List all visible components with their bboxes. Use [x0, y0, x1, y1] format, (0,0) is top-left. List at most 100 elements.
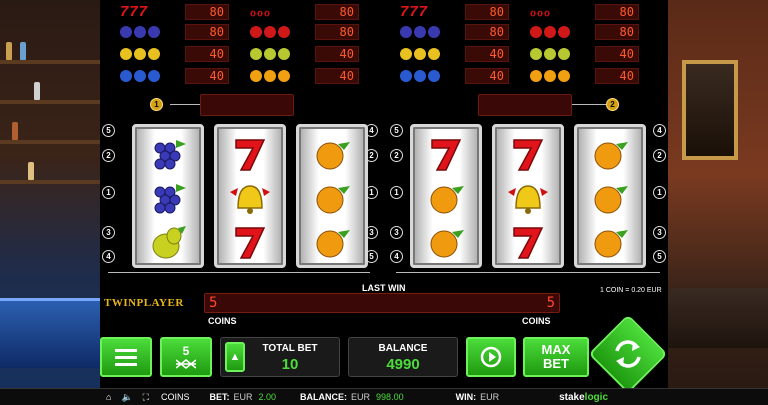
shelf — [0, 140, 100, 144]
balance-label: BALANCE — [378, 343, 428, 354]
paytable-symbol-plums — [400, 70, 465, 82]
reel-symbol-seven — [217, 219, 283, 265]
casino-bar-background — [0, 0, 100, 388]
paytable-value: 40 — [315, 68, 359, 84]
reel-symbol-orange — [299, 219, 365, 265]
reel-symbol-orange — [577, 175, 643, 221]
coin-value-info: 1 COIN = 0.20 EUR — [600, 287, 662, 294]
lines-value: 5 — [182, 344, 190, 358]
reel-symbol-grapes — [135, 175, 201, 221]
win-display-left — [200, 94, 294, 116]
paytable-value: 40 — [185, 68, 229, 84]
lounge-background — [668, 0, 768, 388]
line-number-badge: 4 — [102, 250, 115, 263]
paytable-symbol-pears — [530, 48, 595, 60]
paytable-left: 777 80 ℴℴℴ 80 80 80 40 40 40 40 — [120, 0, 359, 88]
bet-up-button[interactable]: ▲ — [225, 342, 245, 372]
paytable-value: 80 — [185, 4, 229, 20]
paytable-symbol-777: 777 — [400, 3, 429, 20]
line-number-badge: 2 — [102, 149, 115, 162]
bet-currency: EUR — [233, 392, 253, 402]
paytable-value: 40 — [315, 46, 359, 62]
slot-machine: 777 80 ℴℴℴ 80 80 80 40 40 40 40 777 80 ℴ… — [100, 0, 668, 394]
paytable-symbol-grapes — [400, 26, 465, 38]
reel-symbol-orange — [577, 219, 643, 265]
win-currency: EUR — [480, 392, 500, 402]
bottle — [34, 82, 40, 100]
spin-button[interactable] — [588, 314, 668, 394]
total-bet-panel: ▲ TOTAL BET 10 — [220, 337, 340, 377]
reel-symbol-orange — [299, 131, 365, 177]
reel-symbol-orange — [413, 175, 479, 221]
reel — [296, 124, 368, 268]
max-bet-label-line2: BET — [543, 356, 569, 371]
connector-line — [170, 104, 200, 105]
balance-value: 4990 — [386, 356, 420, 373]
reel-symbol-seven — [413, 131, 479, 177]
paytable-value: 80 — [315, 4, 359, 20]
status-bar: ⌂ 🔈 ⛶ COINS BET: EUR 2.00 BALANCE: EUR 9… — [0, 388, 768, 405]
total-bet-value: 10 — [281, 356, 299, 373]
autoplay-button[interactable] — [466, 337, 516, 377]
paytable-value: 40 — [185, 46, 229, 62]
player-badge-1: 1 — [150, 98, 163, 111]
balance-label: BALANCE: — [300, 392, 348, 402]
max-bet-label-line1: MAX — [541, 342, 571, 357]
paytable-symbol-grapes — [120, 26, 185, 38]
last-win-display: 5 5 — [204, 293, 560, 313]
reel — [492, 124, 564, 268]
reel-symbol-bell — [217, 175, 283, 221]
last-win-left-digit: 5 — [209, 295, 218, 311]
player-badge-2: 2 — [606, 98, 619, 111]
paytable-symbol-pears — [250, 48, 315, 60]
bottle — [28, 162, 34, 180]
reelset-bracket — [396, 272, 660, 273]
bet-value: 2.00 — [258, 392, 277, 402]
home-icon[interactable]: ⌂ — [106, 392, 111, 402]
paytable-symbol-bells — [120, 48, 185, 60]
paytable-value: 80 — [465, 24, 509, 40]
paytable-symbol-strawberries — [530, 26, 595, 38]
twinplayer-logo: TWINPLAYER — [104, 297, 184, 309]
reel — [132, 124, 204, 268]
coins-label-left: COINS — [208, 316, 237, 326]
reelset-right — [400, 124, 658, 268]
fullscreen-icon[interactable]: ⛶ — [143, 392, 149, 403]
paytable-value: 40 — [595, 46, 639, 62]
reel-symbol-pear — [135, 219, 201, 265]
reel-symbol-orange — [299, 175, 365, 221]
last-win-right-digit: 5 — [546, 295, 555, 311]
line-number-badge: 5 — [102, 124, 115, 137]
bar-counter — [0, 298, 100, 368]
menu-button[interactable] — [100, 337, 152, 377]
paytable-value: 80 — [595, 24, 639, 40]
reel-symbol-seven — [495, 219, 561, 265]
shelf — [0, 100, 100, 104]
bet-label: BET: — [209, 392, 230, 402]
line-number-badge: 3 — [102, 226, 115, 239]
spin-icon — [615, 340, 641, 368]
coins-toggle[interactable]: COINS — [161, 392, 190, 402]
paylines-icon — [176, 359, 196, 369]
paytable-symbol-bells — [400, 48, 465, 60]
reel-symbol-seven — [217, 131, 283, 177]
autoplay-icon — [480, 346, 502, 368]
balance-currency: EUR — [351, 392, 371, 402]
bottle — [12, 122, 18, 140]
wall-portrait — [682, 60, 738, 160]
max-bet-button[interactable]: MAX BET — [523, 337, 589, 377]
reel-symbol-orange — [577, 131, 643, 177]
paytable-symbol-strawberries — [250, 26, 315, 38]
sound-icon[interactable]: 🔈 — [121, 392, 132, 403]
reel-symbol-orange — [413, 219, 479, 265]
hamburger-icon — [115, 349, 137, 366]
lines-button[interactable]: 5 — [160, 337, 212, 377]
reel — [574, 124, 646, 268]
coins-label-right: COINS — [522, 316, 551, 326]
paytable-symbol-oranges — [530, 70, 595, 82]
total-bet-label: TOTAL BET — [262, 343, 318, 354]
balance-panel: BALANCE 4990 — [348, 337, 458, 377]
paytable-value: 40 — [595, 68, 639, 84]
reelset-bracket — [108, 272, 370, 273]
bottle — [20, 42, 26, 60]
